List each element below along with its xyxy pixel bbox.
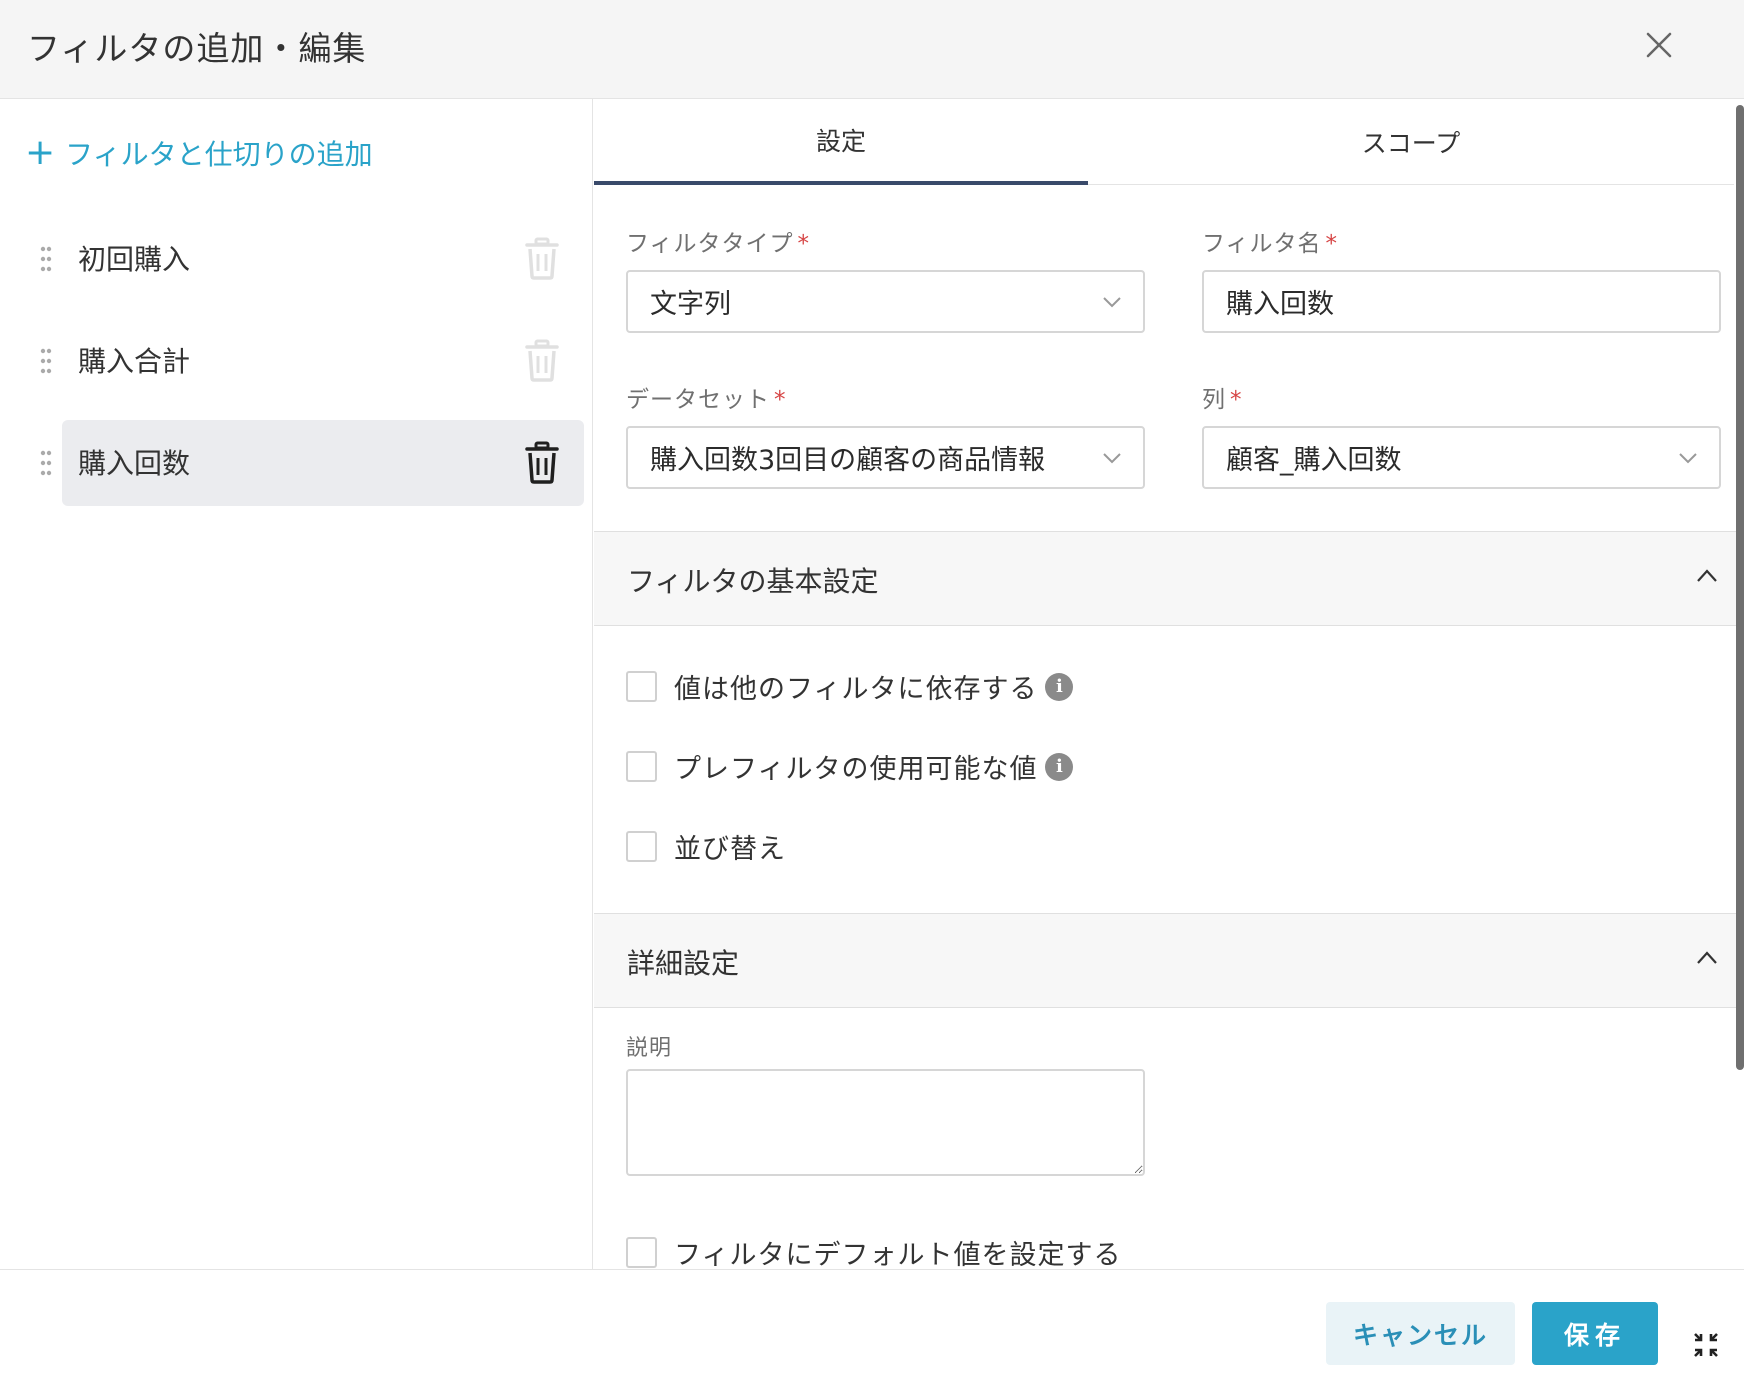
- checkbox[interactable]: [626, 751, 657, 782]
- cancel-button[interactable]: キャンセル: [1326, 1302, 1515, 1365]
- checkbox-label: 並び替え: [674, 834, 786, 865]
- drag-handle-icon[interactable]: [40, 347, 52, 375]
- trash-icon[interactable]: [522, 440, 562, 484]
- default-value-option[interactable]: フィルタにデフォルト値を設定する: [626, 1233, 1121, 1269]
- chevron-up-icon[interactable]: [1696, 950, 1718, 966]
- sort-option[interactable]: 並び替え: [626, 827, 786, 866]
- required-mark: *: [1325, 231, 1339, 257]
- filter-list-item-selected[interactable]: 購入回数: [40, 420, 584, 506]
- column-label: 列 *: [1202, 387, 1243, 413]
- basic-settings-header[interactable]: フィルタの基本設定: [594, 531, 1744, 626]
- chevron-up-icon[interactable]: [1696, 568, 1718, 584]
- plus-icon: +: [25, 132, 56, 173]
- checkbox-label: フィルタにデフォルト値を設定する: [674, 1240, 1122, 1269]
- info-icon[interactable]: i: [1045, 752, 1074, 781]
- filter-type-label: フィルタタイプ *: [626, 231, 811, 257]
- required-mark: *: [797, 231, 811, 257]
- required-mark: *: [774, 387, 787, 413]
- dialog-header: フィルタの追加・編集: [0, 0, 1744, 99]
- scrollbar[interactable]: [1736, 105, 1744, 1070]
- tab-bar: 設定 スコープ: [594, 99, 1734, 185]
- dataset-label: データセット *: [626, 387, 787, 413]
- dataset-select[interactable]: 購入回数3回目の顧客の商品情報: [626, 426, 1145, 489]
- filter-item-label: 購入合計: [78, 345, 191, 378]
- dialog-footer: キャンセル 保存: [0, 1269, 1744, 1386]
- save-button[interactable]: 保存: [1532, 1302, 1658, 1365]
- chevron-down-icon: [1103, 297, 1121, 308]
- checkbox-label: 値は他のフィルタに依存する: [674, 674, 1038, 705]
- checkbox-label: プレフィルタの使用可能な値: [674, 754, 1038, 785]
- trash-icon[interactable]: [522, 338, 562, 382]
- tab-settings[interactable]: 設定: [594, 99, 1088, 185]
- filter-list-pane: + フィルタと仕切りの追加 初回購入 購入合計 購入回数: [0, 99, 593, 1269]
- filter-editor-pane: 設定 スコープ フィルタタイプ * 文字列 フィルタ名 * 購入回数 データセット *…: [594, 99, 1744, 1269]
- filter-type-select[interactable]: 文字列: [626, 270, 1145, 333]
- required-mark: *: [1230, 387, 1243, 413]
- column-select[interactable]: 顧客_購入回数: [1202, 426, 1721, 489]
- detail-settings-header[interactable]: 詳細設定: [594, 913, 1744, 1008]
- detail-settings-title: 詳細設定: [627, 947, 740, 980]
- chevron-down-icon: [1679, 453, 1697, 464]
- info-icon[interactable]: i: [1045, 672, 1074, 701]
- filter-list-item[interactable]: 購入合計: [40, 318, 584, 404]
- dataset-value: 購入回数3回目の顧客の商品情報: [650, 445, 1046, 476]
- column-value: 顧客_購入回数: [1226, 445, 1402, 476]
- basic-settings-title: フィルタの基本設定: [627, 565, 879, 598]
- filter-type-value: 文字列: [650, 289, 731, 320]
- add-filter-link[interactable]: + フィルタと仕切りの追加: [25, 133, 373, 173]
- tab-scope[interactable]: スコープ: [1088, 99, 1734, 185]
- dialog-title: フィルタの追加・編集: [27, 29, 367, 68]
- collapse-icon[interactable]: [1692, 1331, 1720, 1359]
- filter-list-item[interactable]: 初回購入: [40, 216, 584, 302]
- description-label: 説明: [626, 1036, 673, 1061]
- checkbox[interactable]: [626, 671, 657, 702]
- filter-name-label: フィルタ名 *: [1202, 231, 1339, 257]
- drag-handle-icon[interactable]: [40, 245, 52, 273]
- filter-name-input[interactable]: 購入回数: [1202, 270, 1721, 333]
- filter-item-label: 初回購入: [78, 243, 191, 276]
- checkbox[interactable]: [626, 1237, 657, 1268]
- trash-icon[interactable]: [522, 236, 562, 280]
- description-textarea[interactable]: [626, 1069, 1145, 1176]
- drag-handle-icon[interactable]: [40, 449, 52, 477]
- depends-on-other-filter-option[interactable]: 値は他のフィルタに依存する i: [626, 667, 1074, 706]
- filter-item-label: 購入回数: [78, 447, 191, 480]
- filter-name-value: 購入回数: [1226, 289, 1334, 320]
- prefilter-values-option[interactable]: プレフィルタの使用可能な値 i: [626, 747, 1074, 786]
- add-filter-label: フィルタと仕切りの追加: [65, 138, 373, 171]
- close-icon[interactable]: [1640, 26, 1678, 64]
- checkbox[interactable]: [626, 831, 657, 862]
- chevron-down-icon: [1103, 453, 1121, 464]
